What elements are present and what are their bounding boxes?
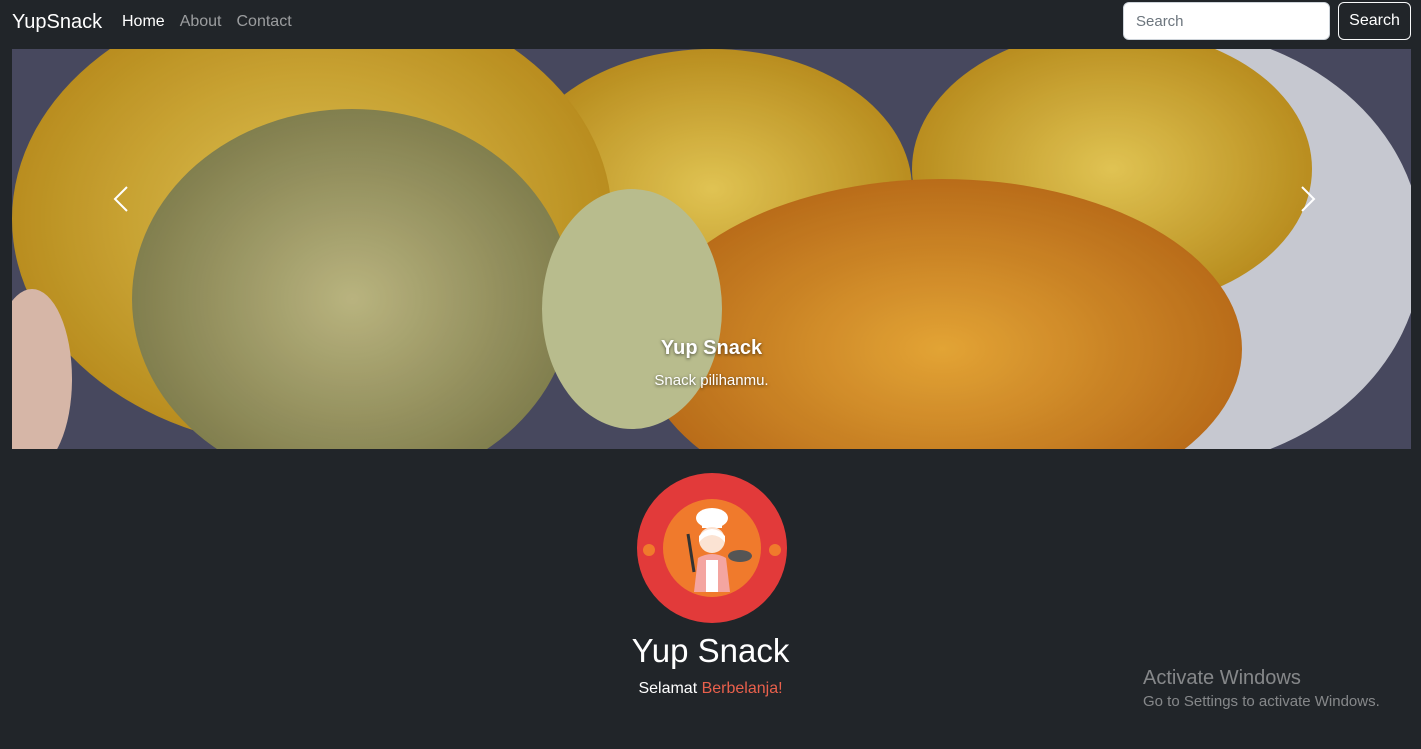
chevron-left-icon[interactable] <box>107 184 137 214</box>
carousel-caption-text: Snack pilihanmu. <box>654 372 769 389</box>
brand-logo[interactable]: YupSnack <box>12 10 102 34</box>
hero-title: Yup Snack <box>631 632 790 669</box>
watermark-title: Activate Windows <box>1143 667 1301 689</box>
nav-links: Home About Contact <box>122 12 307 32</box>
nav-link-home[interactable]: Home <box>122 12 165 32</box>
navbar: YupSnack Home About Contact Search <box>0 0 1421 44</box>
carousel-image <box>12 49 1411 449</box>
carousel: Yup Snack Snack pilihanmu. <box>12 49 1411 449</box>
search-button[interactable]: Search <box>1338 2 1411 40</box>
chevron-right-icon[interactable] <box>1292 184 1322 214</box>
search-input[interactable] <box>1123 2 1330 40</box>
carousel-caption-title: Yup Snack <box>660 337 763 359</box>
brand-badge-logo <box>637 473 787 623</box>
hero-subtitle-accent: Berbelanja! <box>701 680 783 697</box>
nav-link-about[interactable]: About <box>180 12 222 32</box>
activate-windows-watermark: Activate Windows Go to Settings to activ… <box>1143 666 1380 712</box>
watermark-subtitle: Go to Settings to activate Windows. <box>1143 693 1380 710</box>
hero-subtitle-prefix: Selamat <box>638 680 698 697</box>
nav-link-contact[interactable]: Contact <box>237 12 292 32</box>
